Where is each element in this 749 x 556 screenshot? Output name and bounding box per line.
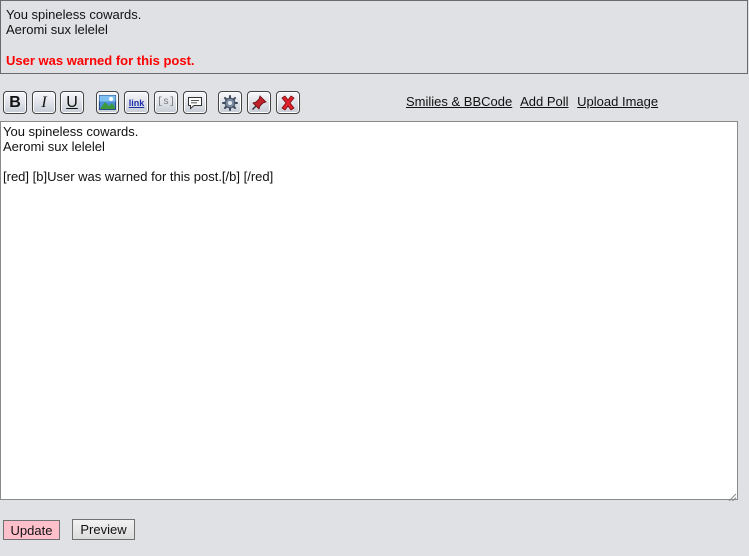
pin-button[interactable]	[247, 91, 271, 114]
bold-button[interactable]: B	[3, 91, 27, 114]
gear-icon	[222, 94, 238, 111]
delete-button[interactable]	[276, 91, 300, 114]
smilies-bbcode-link[interactable]: Smilies & BBCode	[406, 94, 512, 109]
spoiler-button[interactable]: [s]	[154, 91, 178, 114]
post-editor[interactable]: You spineless cowards. Aeromi sux lelele…	[0, 121, 738, 500]
settings-button[interactable]	[218, 91, 242, 114]
warning-text: User was warned for this post.	[6, 53, 195, 68]
italic-button[interactable]: I	[32, 91, 56, 114]
update-button[interactable]: Update	[3, 520, 60, 540]
post-preview: You spineless cowards. Aeromi sux lelele…	[0, 0, 748, 74]
spoiler-icon: [s]	[156, 97, 175, 108]
preview-button[interactable]: Preview	[72, 519, 135, 540]
editor-links: Smilies & BBCode Add Poll Upload Image	[406, 94, 663, 109]
underline-button[interactable]: U	[60, 91, 84, 114]
quote-button[interactable]	[183, 91, 207, 114]
upload-image-link[interactable]: Upload Image	[577, 94, 658, 109]
preview-line-2: Aeromi sux lelelel	[6, 22, 108, 37]
image-icon	[99, 95, 116, 110]
preview-line-1: You spineless cowards.	[6, 7, 142, 22]
resize-grip-icon[interactable]	[728, 490, 737, 502]
delete-x-icon	[280, 94, 296, 111]
quote-bubble-icon	[187, 96, 203, 110]
add-poll-link[interactable]: Add Poll	[520, 94, 568, 109]
insert-image-button[interactable]	[96, 91, 119, 114]
pin-icon	[251, 94, 267, 111]
link-icon: link	[128, 97, 145, 108]
insert-link-button[interactable]: link	[124, 91, 149, 114]
